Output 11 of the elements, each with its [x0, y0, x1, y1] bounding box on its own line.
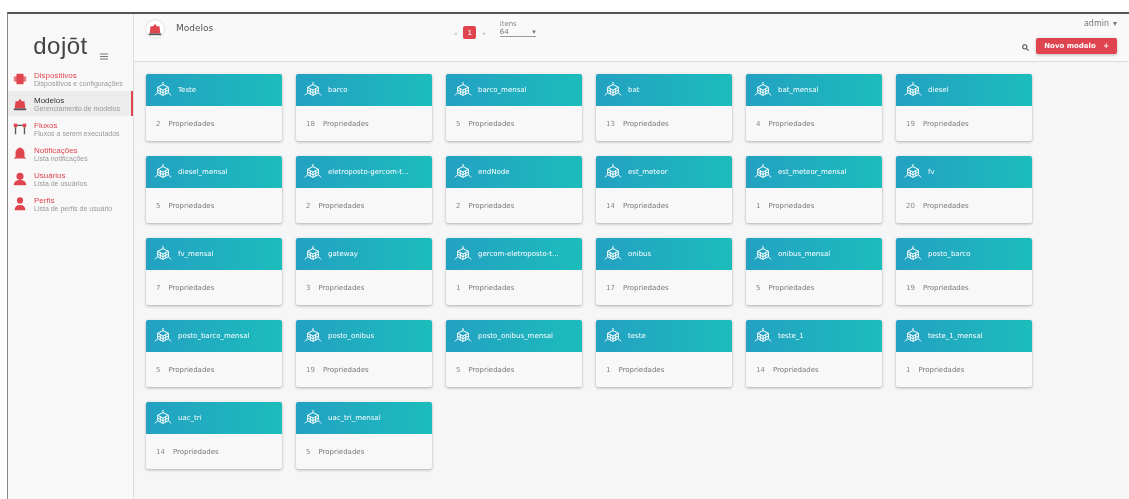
- caret-icon: ▾: [1113, 19, 1117, 28]
- item-label: Dispositivos: [34, 70, 78, 80]
- page-title: Modelos: [176, 23, 214, 33]
- item-label: Modelos: [34, 95, 66, 105]
- page-number-button[interactable]: 1: [463, 26, 477, 39]
- item-label: Perfis: [34, 195, 56, 205]
- dojot-logo: dojōt: [33, 32, 88, 60]
- user-menu[interactable]: admin: [1083, 19, 1109, 28]
- item-label: Fluxos: [34, 120, 59, 130]
- item-label: Notificações: [34, 145, 78, 155]
- item-label: Usuários: [34, 170, 67, 180]
